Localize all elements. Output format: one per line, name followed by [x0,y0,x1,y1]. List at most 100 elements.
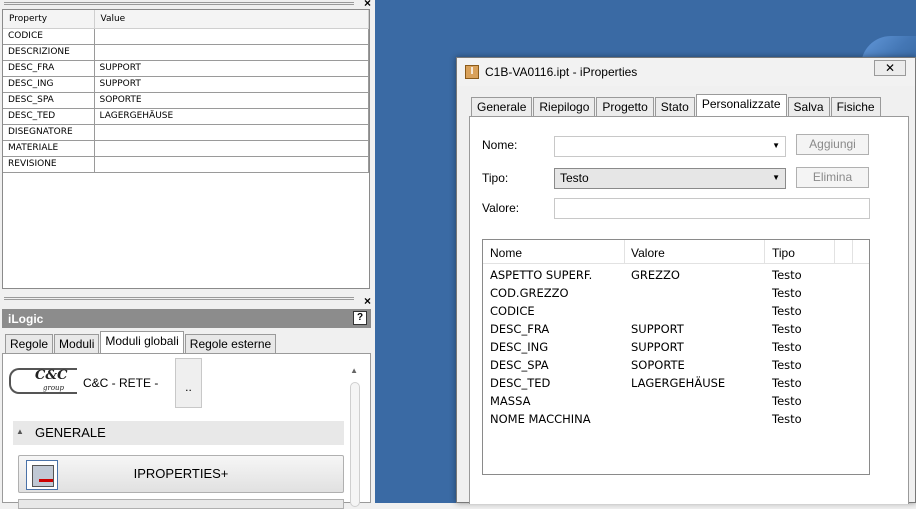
item-valore: SUPPORT [631,322,684,336]
list-item[interactable]: DESC_ING SUPPORT Testo [483,338,869,356]
collapse-caret-icon[interactable]: ▲ [16,427,24,436]
tab-moduli-globali[interactable]: Moduli globali [100,331,184,354]
panel-grip[interactable] [4,2,354,5]
vertical-scrollbar[interactable] [350,382,360,507]
property-value[interactable] [94,156,369,173]
column-separator [624,240,625,263]
custom-properties-list: Nome Valore Tipo ASPETTO SUPERF. GREZZO Te… [482,239,870,475]
list-item[interactable]: DESC_FRA SUPPORT Testo [483,320,869,338]
property-name: DESCRIZIONE [3,44,95,61]
ilogic-titlebar: iLogic ? [2,309,371,328]
item-tipo: Testo [772,394,802,408]
property-value[interactable]: SUPPORT [94,76,369,93]
property-value[interactable]: LAGERGEHÄUSE [94,108,369,125]
list-item[interactable]: CODICE Testo [483,302,869,320]
item-valore: SOPORTE [631,358,685,372]
property-panel-titlebar[interactable]: × [0,0,375,10]
list-item[interactable]: DESC_TED LAGERGEHÄUSE Testo [483,374,869,392]
property-value[interactable] [94,140,369,157]
property-value[interactable] [94,28,369,45]
tab-personalizzate[interactable]: Personalizzate [695,94,787,117]
scroll-up-icon[interactable]: ▲ [350,366,358,375]
tab-regole-esterne[interactable]: Regole esterne [184,334,277,354]
tab-stato[interactable]: Stato [654,97,695,116]
item-nome: DESC_ING [490,340,549,354]
section-generale[interactable]: ▲ GENERALE [13,421,344,445]
company-label: C&C - RETE - [83,376,159,390]
list-header: Nome Valore Tipo [483,240,869,264]
tab-generale[interactable]: Generale [471,97,533,116]
list-item[interactable]: MASSA Testo [483,392,869,410]
property-row[interactable]: DESC_TED LAGERGEHÄUSE [3,108,369,125]
column-separator [852,240,853,263]
personalizzate-panel: Nome: ▼ Aggiungi Tipo: Testo ▼ Elimina V… [469,116,909,504]
column-separator [834,240,835,263]
property-value[interactable]: SUPPORT [94,60,369,77]
column-header-tipo[interactable]: Tipo [772,246,795,260]
nome-combobox[interactable]: ▼ [554,136,786,157]
list-item[interactable]: NOME MACCHINA Testo [483,410,869,428]
property-row[interactable]: CODICE [3,28,369,45]
dialog-title: C1B-VA0116.ipt - iProperties [485,65,638,79]
column-header-property[interactable]: Property [3,10,95,29]
ilogic-close-icon[interactable]: × [364,294,371,308]
item-nome: ASPETTO SUPERF. [490,268,593,282]
valore-input[interactable] [554,198,870,219]
item-tipo: Testo [772,340,802,354]
browse-button[interactable]: .. [175,358,202,408]
item-tipo: Testo [772,268,802,282]
property-name: DESC_TED [3,108,95,125]
tab-moduli[interactable]: Moduli [54,334,100,354]
property-row[interactable]: DESCRIZIONE [3,44,369,61]
properties-form-icon [26,460,58,490]
column-header-valore[interactable]: Valore [631,246,665,260]
property-row[interactable]: REVISIONE [3,156,369,173]
tab-regole[interactable]: Regole [5,334,54,354]
tab-fisiche[interactable]: Fisiche [830,97,881,116]
column-header-nome[interactable]: Nome [490,246,522,260]
iproperties-button-label: IPROPERTIES+ [133,466,229,481]
item-nome: DESC_SPA [490,358,549,372]
left-dock: × Property Value CODICE DESCRIZIONE DESC… [0,0,375,509]
section-label: GENERALE [35,425,106,440]
ilogic-title: iLogic [8,312,44,326]
property-row[interactable]: DISEGNATORE [3,124,369,141]
property-name: DESC_FRA [3,60,95,77]
column-header-value[interactable]: Value [94,10,369,29]
property-value[interactable]: SOPORTE [94,92,369,109]
next-form-button[interactable] [18,499,344,509]
property-name: MATERIALE [3,140,95,157]
item-tipo: Testo [772,412,802,426]
tab-riepilogo[interactable]: Riepilogo [533,97,596,116]
item-tipo: Testo [772,322,802,336]
iproperties-plus-button[interactable]: IPROPERTIES+ [18,455,344,493]
list-item[interactable]: ASPETTO SUPERF. GREZZO Testo [483,266,869,284]
property-row[interactable]: DESC_SPA SOPORTE [3,92,369,109]
dialog-titlebar[interactable]: I C1B-VA0116.ipt - iProperties ✕ [457,58,915,86]
list-item[interactable]: COD.GREZZO Testo [483,284,869,302]
tab-salva[interactable]: Salva [787,97,830,116]
help-icon[interactable]: ? [353,311,367,325]
ilogic-panel-grip[interactable] [4,297,354,300]
tipo-value: Testo [560,171,589,185]
chevron-down-icon[interactable]: ▼ [772,173,780,182]
property-value[interactable] [94,44,369,61]
list-item[interactable]: DESC_SPA SOPORTE Testo [483,356,869,374]
property-row[interactable]: DESC_FRA SUPPORT [3,60,369,77]
property-name: REVISIONE [3,156,95,173]
item-tipo: Testo [772,376,802,390]
nome-label: Nome: [482,138,518,152]
column-separator [764,240,765,263]
chevron-down-icon[interactable]: ▼ [772,141,780,150]
company-logo: C&C group [9,368,77,394]
property-row[interactable]: MATERIALE [3,140,369,157]
aggiungi-button[interactable]: Aggiungi [796,134,869,155]
logo-text: C&C [35,368,68,383]
tipo-select[interactable]: Testo ▼ [554,168,786,189]
property-row[interactable]: DESC_ING SUPPORT [3,76,369,93]
tab-progetto[interactable]: Progetto [596,97,654,116]
elimina-button[interactable]: Elimina [796,167,869,188]
item-valore: LAGERGEHÄUSE [631,376,726,390]
property-value[interactable] [94,124,369,141]
close-icon[interactable]: ✕ [874,60,906,76]
